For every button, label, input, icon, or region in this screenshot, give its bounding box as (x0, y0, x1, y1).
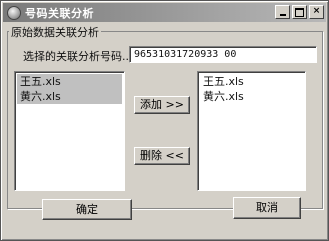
number-field-label: 选择的关联分析号码... (23, 50, 133, 63)
close-button[interactable]: × (309, 5, 324, 19)
cancel-button[interactable]: 取消 (233, 197, 301, 219)
ok-button[interactable]: 确定 (42, 199, 132, 220)
title-bar[interactable]: 号码关联分析 × (3, 3, 326, 22)
window: 号码关联分析 × 原始数据关联分析 选择的关联分析号码... 965310317… (0, 0, 329, 241)
minimize-button[interactable] (275, 5, 290, 19)
source-listbox[interactable]: 王五.xls 黄六.xls (14, 71, 125, 191)
window-title: 号码关联分析 (25, 6, 94, 20)
title-buttons: × (275, 5, 324, 19)
list-item[interactable]: 黄六.xls (17, 89, 122, 104)
number-field[interactable]: 96531031720933 00 (129, 46, 317, 63)
list-item[interactable]: 黄六.xls (200, 89, 303, 104)
add-button[interactable]: 添加 >> (134, 96, 190, 114)
app-icon (7, 5, 21, 20)
delete-button[interactable]: 删除 << (134, 147, 190, 165)
group-legend: 原始数据关联分析 (9, 24, 101, 40)
maximize-button[interactable] (292, 5, 307, 19)
list-item[interactable]: 王五.xls (17, 74, 122, 89)
selected-listbox[interactable]: 王五.xls 黄六.xls (197, 71, 306, 191)
list-item[interactable]: 王五.xls (200, 74, 303, 89)
